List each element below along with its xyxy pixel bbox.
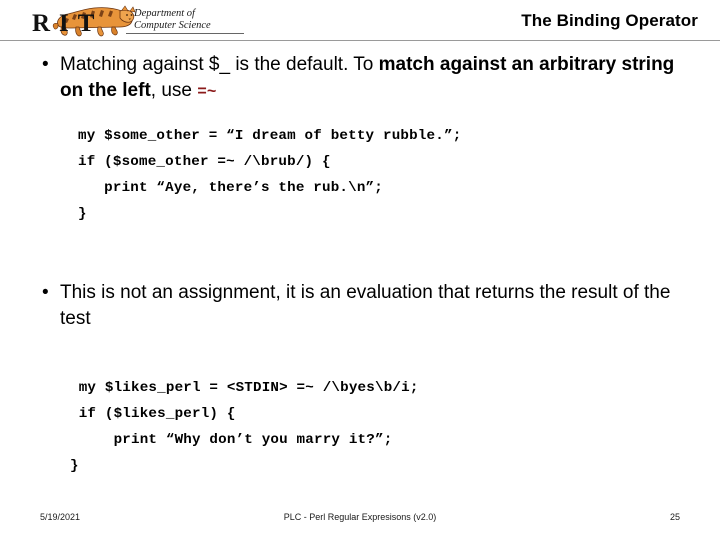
department-line-1: Department of xyxy=(134,8,195,19)
code-line: my $some_other = “I dream of betty rubbl… xyxy=(78,128,462,144)
bullet-text-binding-default: Matching against $_ is the default. To m… xyxy=(60,52,698,105)
footer-subject: PLC - Perl Regular Expresisons (v2.0) xyxy=(283,512,437,522)
binding-operator-token: =~ xyxy=(197,83,217,101)
code-block-likes-perl: my $likes_perl = <STDIN> =~ /\byes\b/i; … xyxy=(70,375,419,479)
code-line: print “Aye, there’s the rub.\n”; xyxy=(78,180,383,196)
code-block-some-other: my $some_other = “I dream of betty rubbl… xyxy=(78,123,461,227)
logo-underline xyxy=(126,33,244,34)
department-line-2: Computer Science xyxy=(134,19,211,31)
rit-cs-logo: RIT Department of Computer Science xyxy=(30,3,245,39)
header-divider xyxy=(0,40,720,41)
code-line: if ($likes_perl) { xyxy=(70,406,236,422)
rit-wordmark: RIT xyxy=(32,10,104,37)
bullet1-seg2: , use xyxy=(150,80,198,101)
bullet-item-evaluation: • This is not an assignment, it is an ev… xyxy=(38,280,698,332)
bullet-marker-icon: • xyxy=(42,282,49,303)
bullet-marker-icon: • xyxy=(42,54,49,75)
code-line: } xyxy=(70,458,79,474)
footer-page-number: 25 xyxy=(669,512,680,522)
code-line: print “Why don’t you marry it?”; xyxy=(70,432,393,448)
code-line: } xyxy=(78,206,87,222)
page-title: The Binding Operator xyxy=(521,11,698,30)
bullet-item-binding-default: • Matching against $_ is the default. To… xyxy=(38,52,698,105)
bullet-text-evaluation: This is not an assignment, it is an eval… xyxy=(60,282,671,329)
department-name: Department of Computer Science xyxy=(134,8,211,31)
bullet1-seg0: Matching against $_ is the default. To xyxy=(60,54,379,75)
code-line: if ($some_other =~ /\brub/) { xyxy=(78,154,331,170)
slide-header: RIT Department of Computer Science The B… xyxy=(0,0,720,44)
code-line: my $likes_perl = <STDIN> =~ /\byes\b/i; xyxy=(70,380,419,396)
slide-footer: 5/19/2021 PLC - Perl Regular Expresisons… xyxy=(0,508,720,532)
